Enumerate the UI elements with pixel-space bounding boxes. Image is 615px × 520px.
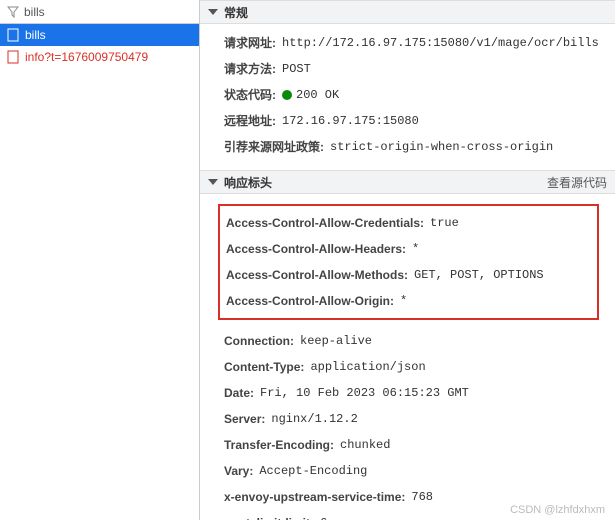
kv-row: Connection: keep-alive xyxy=(224,328,599,354)
kv-val: GET, POST, OPTIONS xyxy=(414,266,544,284)
kv-val: application/json xyxy=(310,358,425,376)
kv-val: Fri, 10 Feb 2023 06:15:23 GMT xyxy=(260,384,469,402)
kv-key: Connection: xyxy=(224,332,294,350)
filter-icon xyxy=(6,5,20,19)
kv-key: Server: xyxy=(224,410,265,428)
kv-row: Access-Control-Allow-Methods: GET, POST, … xyxy=(226,262,591,288)
kv-val: keep-alive xyxy=(300,332,372,350)
kv-key: Date: xyxy=(224,384,254,402)
kv-val: Accept-Encoding xyxy=(259,462,367,480)
kv-key: 引荐来源网址政策: xyxy=(224,138,324,156)
highlighted-headers: Access-Control-Allow-Credentials: true Ac… xyxy=(218,204,599,320)
kv-row: 请求网址: http://172.16.97.175:15080/v1/mage… xyxy=(224,30,599,56)
kv-val: nginx/1.12.2 xyxy=(271,410,357,428)
filter-text: bills xyxy=(24,5,45,19)
kv-row: Access-Control-Allow-Credentials: true xyxy=(226,210,591,236)
section-title: 响应标头 xyxy=(224,174,272,191)
kv-val: http://172.16.97.175:15080/v1/mage/ocr/b… xyxy=(282,34,599,52)
kv-row: Content-Type: application/json xyxy=(224,354,599,380)
file-icon xyxy=(6,28,20,42)
kv-row: 状态代码: 200 OK xyxy=(224,82,599,108)
section-response-header[interactable]: 响应标头 查看源代码 xyxy=(200,170,615,194)
kv-key: Access-Control-Allow-Credentials: xyxy=(226,214,424,232)
kv-val: strict-origin-when-cross-origin xyxy=(330,138,553,156)
kv-val: POST xyxy=(282,60,311,78)
section-general-header[interactable]: 常规 xyxy=(200,0,615,24)
kv-row: Vary: Accept-Encoding xyxy=(224,458,599,484)
kv-key: 请求方法: xyxy=(224,60,276,78)
status-dot-icon xyxy=(282,90,292,100)
kv-row: 引荐来源网址政策: strict-origin-when-cross-origi… xyxy=(224,134,599,160)
kv-row: Date: Fri, 10 Feb 2023 06:15:23 GMT xyxy=(224,380,599,406)
triangle-icon xyxy=(208,179,218,185)
section-general-body: 请求网址: http://172.16.97.175:15080/v1/mage… xyxy=(200,24,615,170)
kv-row: Server: nginx/1.12.2 xyxy=(224,406,599,432)
kv-key: x-envoy-upstream-service-time: xyxy=(224,488,405,506)
kv-row: Access-Control-Allow-Headers: * xyxy=(226,236,591,262)
kv-key: x-ratelimit-limit: xyxy=(224,514,314,520)
section-title: 常规 xyxy=(224,4,248,21)
request-item-info[interactable]: info?t=1676009750479 xyxy=(0,46,199,68)
triangle-icon xyxy=(208,9,218,15)
kv-key: 请求网址: xyxy=(224,34,276,52)
kv-row: Access-Control-Allow-Origin: * xyxy=(226,288,591,314)
kv-row: x-ratelimit-limit: 6 xyxy=(224,510,599,520)
kv-key: 远程地址: xyxy=(224,112,276,130)
filter-bar[interactable]: bills xyxy=(0,0,199,24)
kv-row: x-envoy-upstream-service-time: 768 xyxy=(224,484,599,510)
kv-val: true xyxy=(430,214,459,232)
kv-val: 6 xyxy=(320,514,327,520)
kv-key: Vary: xyxy=(224,462,253,480)
kv-key: Access-Control-Allow-Headers: xyxy=(226,240,406,258)
kv-key: Content-Type: xyxy=(224,358,304,376)
kv-val: 200 OK xyxy=(282,86,339,104)
kv-val: chunked xyxy=(340,436,390,454)
request-item-label: bills xyxy=(25,28,46,42)
kv-row: Transfer-Encoding: chunked xyxy=(224,432,599,458)
request-item-bills[interactable]: bills xyxy=(0,24,199,46)
kv-key: Access-Control-Allow-Methods: xyxy=(226,266,408,284)
kv-key: Transfer-Encoding: xyxy=(224,436,334,454)
request-item-label: info?t=1676009750479 xyxy=(25,50,148,64)
section-response-body: Access-Control-Allow-Credentials: true Ac… xyxy=(200,194,615,520)
kv-row: 请求方法: POST xyxy=(224,56,599,82)
request-list: bills info?t=1676009750479 xyxy=(0,24,199,520)
file-icon xyxy=(6,50,20,64)
kv-val: * xyxy=(400,292,407,310)
kv-val: * xyxy=(412,240,419,258)
kv-val: 768 xyxy=(411,488,433,506)
view-source-link[interactable]: 查看源代码 xyxy=(547,174,607,191)
kv-row: 远程地址: 172.16.97.175:15080 xyxy=(224,108,599,134)
network-sidebar: bills bills info?t=1676009750479 xyxy=(0,0,200,520)
headers-panel: 常规 请求网址: http://172.16.97.175:15080/v1/m… xyxy=(200,0,615,520)
kv-key: Access-Control-Allow-Origin: xyxy=(226,292,394,310)
kv-val: 172.16.97.175:15080 xyxy=(282,112,419,130)
kv-key: 状态代码: xyxy=(224,86,276,104)
